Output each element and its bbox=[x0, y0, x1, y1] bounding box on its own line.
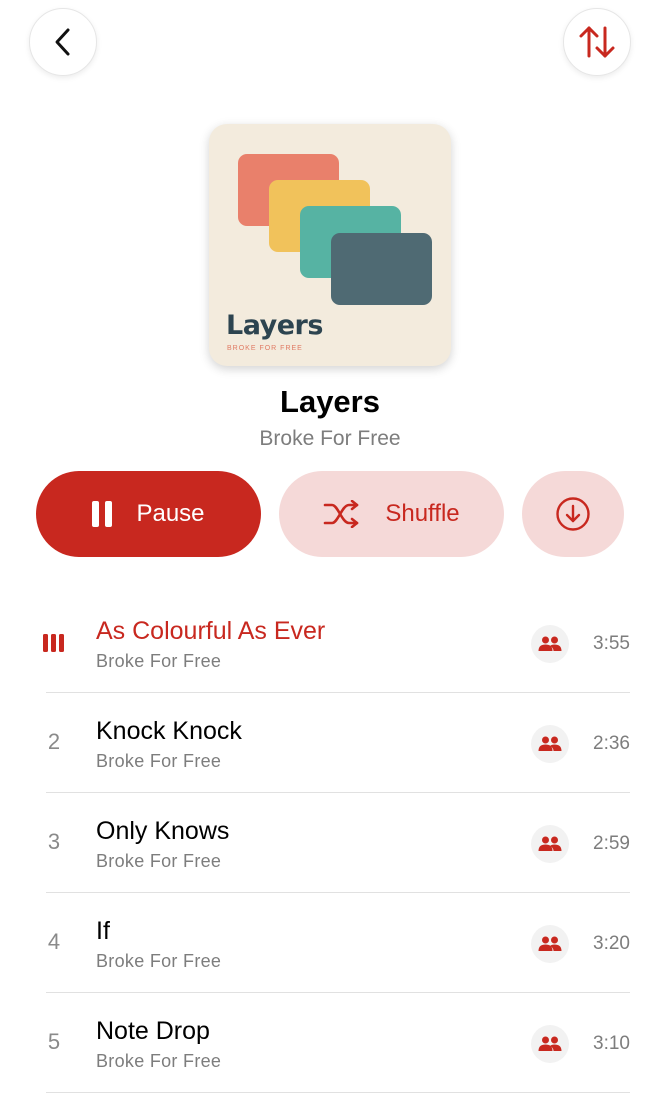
track-title: Knock Knock bbox=[96, 717, 242, 745]
track-artist: Broke For Free bbox=[96, 651, 222, 671]
collaborators-icon[interactable] bbox=[531, 1025, 569, 1063]
track-duration: 2:59 bbox=[593, 833, 630, 854]
track-row[interactable]: As Colourful As Ever Broke For Free 3:55 bbox=[0, 593, 660, 693]
track-title: If bbox=[96, 917, 110, 945]
track-artist: Broke For Free bbox=[96, 851, 222, 871]
track-duration: 3:20 bbox=[593, 933, 630, 954]
track-artist: Broke For Free bbox=[96, 751, 222, 771]
download-circle-icon bbox=[556, 497, 590, 531]
people-icon bbox=[538, 836, 562, 851]
collaborators-icon[interactable] bbox=[531, 925, 569, 963]
pause-button[interactable]: Pause bbox=[36, 471, 261, 557]
track-row[interactable]: 3 Only Knows Broke For Free 2:59 bbox=[0, 793, 660, 893]
track-row[interactable]: 4 If Broke For Free 3:20 bbox=[0, 893, 660, 993]
divider bbox=[46, 1092, 630, 1093]
cover-title: Layers bbox=[226, 310, 323, 341]
track-title: Only Knows bbox=[96, 817, 230, 845]
people-icon bbox=[538, 636, 562, 651]
pause-icon bbox=[92, 501, 113, 527]
shuffle-label: Shuffle bbox=[385, 500, 460, 527]
collaborators-icon[interactable] bbox=[531, 825, 569, 863]
track-duration: 2:36 bbox=[593, 733, 630, 754]
people-icon bbox=[538, 936, 562, 951]
track-number: 3 bbox=[47, 829, 61, 854]
track-duration: 3:10 bbox=[593, 1033, 630, 1054]
track-number: 5 bbox=[47, 1029, 61, 1054]
track-artist: Broke For Free bbox=[96, 1051, 222, 1071]
sort-button[interactable] bbox=[563, 8, 631, 76]
download-button[interactable] bbox=[522, 471, 624, 557]
people-icon bbox=[538, 736, 562, 751]
track-title: As Colourful As Ever bbox=[96, 617, 326, 645]
collaborators-icon[interactable] bbox=[531, 725, 569, 763]
back-button[interactable] bbox=[29, 8, 97, 76]
collaborators-icon[interactable] bbox=[531, 625, 569, 663]
cover-subtitle: BROKE FOR FREE bbox=[227, 345, 303, 352]
album-artist[interactable]: Broke For Free bbox=[0, 427, 660, 451]
people-icon bbox=[538, 1036, 562, 1051]
track-row[interactable]: 5 Note Drop Broke For Free 3:10 bbox=[0, 993, 660, 1093]
track-number: 2 bbox=[47, 729, 61, 754]
album-page: Layers BROKE FOR FREE Layers Broke For F… bbox=[0, 0, 660, 1120]
track-title: Note Drop bbox=[96, 1017, 210, 1045]
track-number: 4 bbox=[47, 929, 61, 954]
track-artist: Broke For Free bbox=[96, 951, 222, 971]
now-playing-bars-icon bbox=[43, 634, 64, 652]
album-title: Layers bbox=[280, 384, 380, 419]
shuffle-button[interactable]: Shuffle bbox=[279, 471, 504, 557]
sort-arrows-icon bbox=[579, 26, 615, 58]
shuffle-icon bbox=[324, 500, 359, 528]
chevron-left-icon bbox=[55, 28, 70, 56]
track-list: As Colourful As Ever Broke For Free 3:55… bbox=[0, 593, 660, 1093]
cover-shape bbox=[331, 233, 432, 305]
album-cover: Layers BROKE FOR FREE bbox=[209, 124, 451, 366]
pause-label: Pause bbox=[136, 500, 205, 527]
track-row[interactable]: 2 Knock Knock Broke For Free 2:36 bbox=[0, 693, 660, 793]
track-duration: 3:55 bbox=[593, 633, 630, 654]
